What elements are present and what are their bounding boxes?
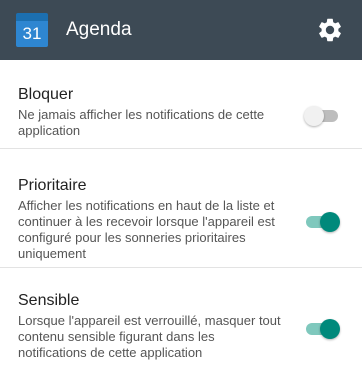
calendar-day-number: 31	[16, 21, 48, 47]
gear-icon[interactable]	[316, 16, 344, 44]
setting-sensitive[interactable]: Sensible Lorsque l'appareil est verrouil…	[0, 268, 362, 386]
block-toggle[interactable]	[304, 106, 340, 126]
calendar-app-icon: 31	[16, 13, 48, 47]
setting-priority-title: Prioritaire	[18, 177, 87, 194]
toggle-thumb	[320, 212, 340, 232]
setting-sensitive-title: Sensible	[18, 292, 80, 309]
setting-block[interactable]: Bloquer Ne jamais afficher les notificat…	[0, 60, 362, 148]
setting-sensitive-description: Lorsque l'appareil est verrouillé, masqu…	[18, 313, 281, 360]
setting-block-description: Ne jamais afficher les notifications de …	[18, 107, 265, 138]
priority-toggle[interactable]	[304, 212, 340, 232]
setting-priority-description: Afficher les notifications en haut de la…	[18, 198, 275, 261]
toggle-thumb	[320, 319, 340, 339]
toggle-thumb	[304, 106, 324, 126]
app-title: Agenda	[66, 19, 132, 40]
sensitive-toggle[interactable]	[304, 319, 340, 339]
app-bar: 31 Agenda	[0, 0, 362, 60]
setting-block-title: Bloquer	[18, 86, 74, 103]
setting-priority[interactable]: Prioritaire Afficher les notifications e…	[0, 149, 362, 267]
